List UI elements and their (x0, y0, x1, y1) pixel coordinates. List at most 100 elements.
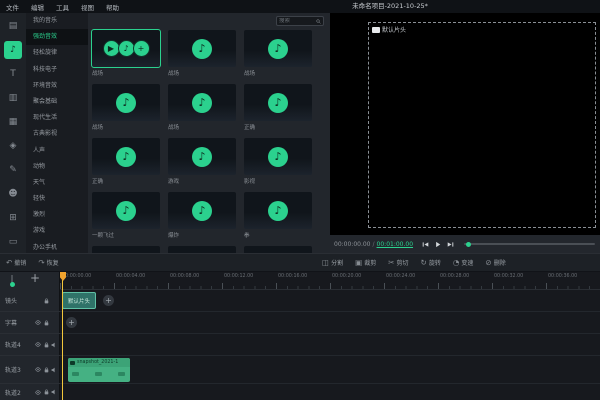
tool-button[interactable]: ◔ 变速 (453, 258, 474, 267)
eye-icon[interactable] (35, 342, 41, 347)
menu-item[interactable]: 工具 (56, 2, 69, 12)
play-icon[interactable]: ▶ (103, 40, 120, 57)
next-frame-button[interactable] (447, 241, 454, 248)
add-clip-button[interactable]: + (103, 295, 114, 306)
audio-thumbnail[interactable]: ♪ ▶ ♪ + (92, 30, 160, 67)
preview-progress-slider[interactable] (464, 243, 595, 245)
track-header[interactable]: 轨道4 (0, 334, 60, 356)
device-icon[interactable]: ▭ (4, 233, 22, 251)
lock-icon[interactable] (44, 298, 49, 304)
clip-selection-rect[interactable] (368, 22, 596, 228)
audio-icon[interactable]: ♪ (4, 41, 22, 59)
audio-thumbnail[interactable]: ♪ ▶ ♪ + (168, 192, 236, 229)
add-track-button[interactable]: + (30, 271, 40, 285)
lock-icon[interactable] (44, 320, 49, 326)
audio-thumbnail[interactable]: ♪ ▶ ♪ + (92, 138, 160, 175)
titles-icon[interactable]: T (4, 65, 22, 83)
lock-icon[interactable] (44, 367, 49, 373)
audio-thumbnail[interactable]: ♪ ▶ ♪ + (168, 84, 236, 121)
audio-thumbnail[interactable]: ♪ ▶ ♪ + (244, 192, 312, 229)
audio-item[interactable]: ♪ ▶ ♪ + 战场 (92, 84, 160, 138)
audio-thumbnail[interactable]: ♪ ▶ ♪ + (244, 138, 312, 175)
lane-track4[interactable] (60, 334, 600, 356)
timeline-ruler[interactable]: 00:00:00.0000:00:04.0000:00:08.0000:00:1… (60, 272, 600, 290)
search-box[interactable] (276, 16, 324, 26)
speaker-icon[interactable] (51, 342, 57, 348)
clip-handle[interactable] (72, 372, 79, 376)
track-header[interactable]: 镜头 (0, 290, 60, 312)
track-header[interactable]: 轨道3 (0, 356, 60, 384)
previous-frame-button[interactable] (422, 241, 429, 248)
audio-item[interactable]: ♪ ▶ ♪ + (92, 246, 160, 253)
speaker-icon[interactable] (51, 389, 57, 395)
audio-item[interactable]: ♪ ▶ ♪ + 影视 (244, 138, 312, 192)
category-item[interactable]: 游戏 (26, 223, 88, 239)
opening-title-clip[interactable]: 默认片头 (62, 292, 96, 309)
category-item[interactable]: 聚会基础 (26, 94, 88, 110)
audio-item[interactable]: ♪ ▶ ♪ + 战场 (244, 30, 312, 84)
slider-knob[interactable] (466, 242, 471, 247)
menu-item[interactable]: 编辑 (31, 2, 44, 12)
category-item[interactable]: 古典影视 (26, 126, 88, 142)
audio-item[interactable]: ♪ ▶ ♪ + (244, 246, 312, 253)
add-to-timeline-icon[interactable]: + (133, 40, 150, 57)
clip-handle[interactable] (95, 372, 102, 376)
lane-camera[interactable]: 默认片头 + (60, 290, 600, 312)
audio-item[interactable]: ♪ ▶ ♪ + (168, 246, 236, 253)
category-item[interactable]: 强劲音效 (26, 29, 88, 45)
track-header[interactable]: 字幕 (0, 312, 60, 334)
search-input[interactable] (279, 18, 316, 24)
audio-thumbnail[interactable]: ♪ ▶ ♪ + (92, 84, 160, 121)
undo-button[interactable]: ↶ 撤销 (6, 258, 26, 267)
audio-item[interactable]: ♪ ▶ ♪ + 拳 (244, 192, 312, 246)
audio-item[interactable]: ♪ ▶ ♪ + 爆炸 (168, 192, 236, 246)
menu-item[interactable]: 文件 (6, 2, 19, 12)
menu-item[interactable]: 帮助 (106, 2, 119, 12)
elements-icon[interactable]: ▦ (4, 113, 22, 131)
tool-button[interactable]: ⊘ 删除 (485, 258, 505, 267)
category-item[interactable]: 现代生活 (26, 110, 88, 126)
lane-track2[interactable] (60, 384, 600, 400)
lane-track3[interactable]: snapshot_2021-1 (60, 356, 600, 384)
record-icon[interactable]: ✎ (4, 161, 22, 179)
audio-item[interactable]: ♪ ▶ ♪ + 正确 (92, 138, 160, 192)
tool-button[interactable]: ↻ 旋转 (421, 258, 441, 267)
track-header[interactable]: 轨道2 (0, 384, 60, 400)
audio-thumbnail[interactable]: ♪ ▶ ♪ + (244, 84, 312, 121)
audio-item[interactable]: ♪ ▶ ♪ + 战场 (168, 84, 236, 138)
duration-time[interactable]: 00:01:00.00 (377, 241, 414, 248)
split-screen-icon[interactable]: ⊞ (4, 209, 22, 227)
audio-item[interactable]: ♪ ▶ ♪ + 战场 (168, 30, 236, 84)
add-subtitle-button[interactable]: + (66, 317, 77, 328)
audio-thumbnail[interactable]: ♪ ▶ ♪ + (244, 30, 312, 67)
redo-button[interactable]: ↷ 恢复 (38, 258, 58, 267)
audio-thumbnail[interactable]: ♪ ▶ ♪ + (168, 30, 236, 67)
audio-item[interactable]: ♪ ▶ ♪ + 战场 (92, 30, 160, 84)
eye-icon[interactable] (35, 320, 41, 325)
category-item[interactable]: 办公手机 (26, 240, 88, 253)
eye-icon[interactable] (35, 390, 41, 395)
audio-thumbnail[interactable]: ♪ ▶ ♪ + (168, 138, 236, 175)
audio-thumbnail[interactable]: ♪ ▶ ♪ + (244, 246, 312, 253)
category-item[interactable]: 轻快 (26, 191, 88, 207)
category-item[interactable]: 环境音效 (26, 78, 88, 94)
effects-icon[interactable]: ◈ (4, 137, 22, 155)
audio-thumbnail[interactable]: ♪ ▶ ♪ + (92, 192, 160, 229)
person-icon[interactable]: ☻ (4, 185, 22, 203)
speaker-icon[interactable] (51, 367, 57, 373)
eye-icon[interactable] (35, 367, 41, 372)
lane-subtitle[interactable]: + (60, 312, 600, 334)
audio-thumbnail[interactable]: ♪ ▶ ♪ + (92, 246, 160, 253)
tool-button[interactable]: ◫ 分割 (322, 258, 343, 267)
menu-item[interactable]: 视图 (81, 2, 94, 12)
audio-thumbnail[interactable]: ♪ ▶ ♪ + (168, 246, 236, 253)
lock-icon[interactable] (44, 342, 49, 348)
category-item[interactable]: 人声 (26, 143, 88, 159)
category-item[interactable]: 动物 (26, 159, 88, 175)
audio-item[interactable]: ♪ ▶ ♪ + 游戏 (168, 138, 236, 192)
snapshot-clip[interactable]: snapshot_2021-1 (68, 358, 130, 382)
zoom-slider-knob[interactable] (10, 282, 15, 287)
lock-icon[interactable] (44, 389, 49, 395)
tool-button[interactable]: ✂ 剪切 (388, 258, 408, 267)
transitions-icon[interactable]: ▥ (4, 89, 22, 107)
